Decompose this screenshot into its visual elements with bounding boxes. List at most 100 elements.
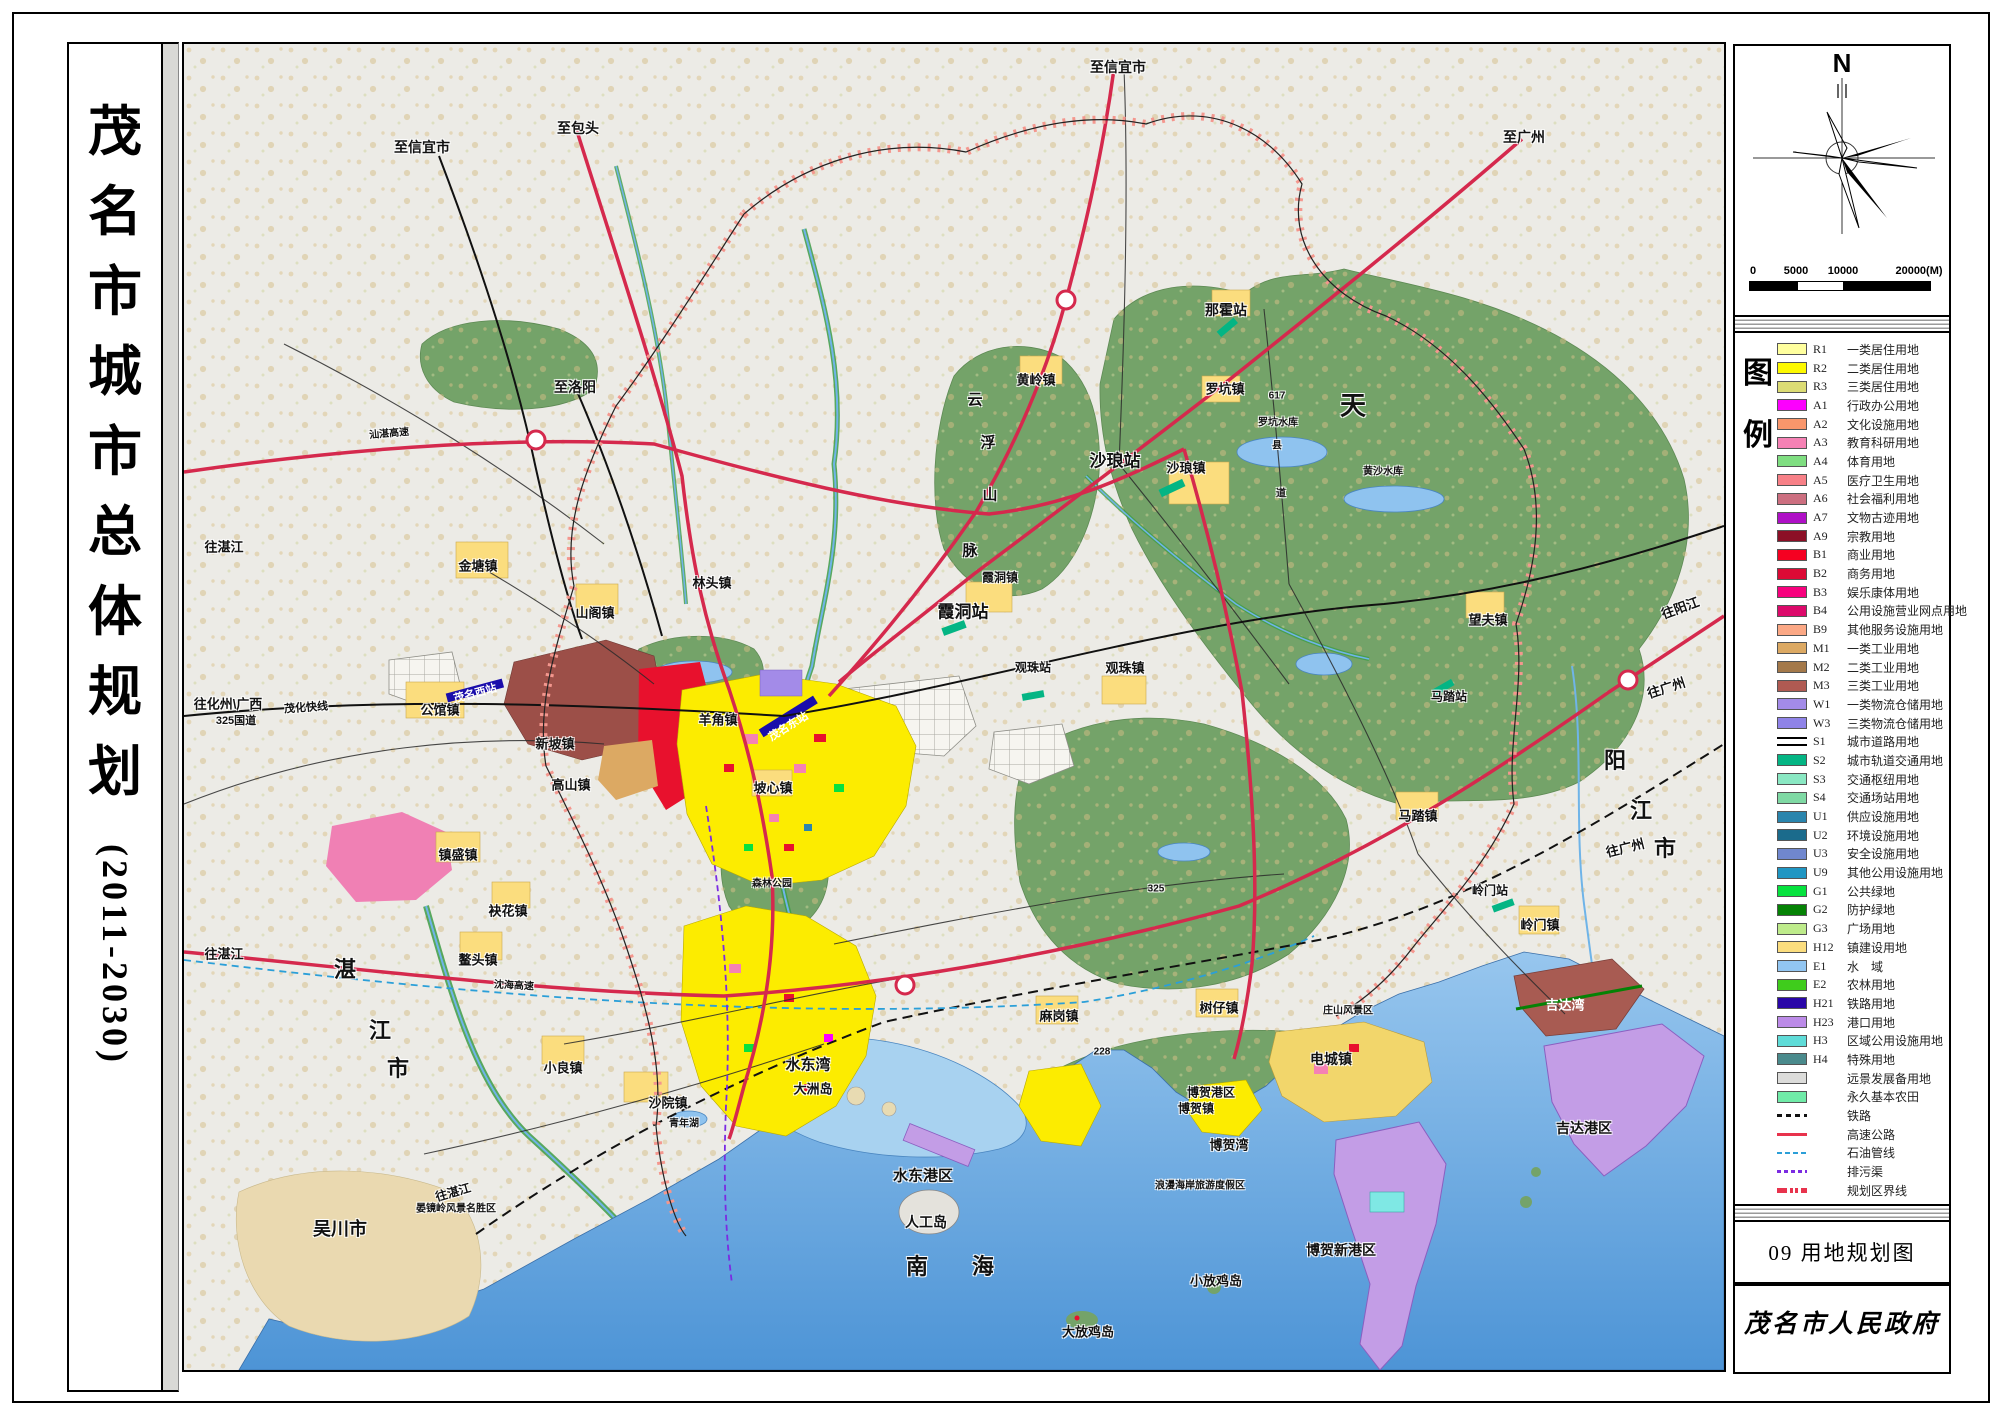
legend-row: U2环境设施用地 (1777, 826, 1945, 845)
legend-swatch (1777, 885, 1807, 897)
legend-swatch (1777, 362, 1807, 374)
scale-segments (1749, 281, 1931, 291)
north-label: N (1833, 48, 1852, 78)
legend-row: 远景发展备用地 (1777, 1069, 1945, 1088)
plan-title-char: 划 (69, 732, 161, 812)
legend-label: 行政办公用地 (1847, 397, 1919, 414)
legend-label: 永久基本农田 (1847, 1088, 1919, 1105)
plan-title-char: 名 (69, 172, 161, 252)
legend-title-char: 例 (1741, 405, 1775, 467)
legend-code: G3 (1813, 921, 1847, 936)
legend-label: 铁路 (1847, 1107, 1871, 1124)
legend-code: U9 (1813, 865, 1847, 880)
legend-title: 图 例 (1741, 343, 1775, 467)
legend-label: 社会福利用地 (1847, 490, 1919, 507)
legend-label: 镇建设用地 (1847, 939, 1907, 956)
legend-label: 文物古迹用地 (1847, 509, 1919, 526)
legend-label: 广场用地 (1847, 920, 1895, 937)
legend-label: 商务用地 (1847, 565, 1895, 582)
legend-code: H12 (1813, 940, 1847, 955)
plan-sheet: 茂名市城市总体规划 (2011-2030) (0, 0, 2000, 1413)
legend-label: 娱乐康体用地 (1847, 584, 1919, 601)
scale-labels: 050001000020000(M) (1749, 265, 1939, 279)
title-panel: 茂名市城市总体规划 (2011-2030) (67, 42, 163, 1392)
legend-swatch (1777, 530, 1807, 542)
plan-title-subtitle: (2011-2030) (94, 844, 136, 1066)
legend-swatch (1777, 997, 1807, 1009)
legend-code: S2 (1813, 753, 1847, 768)
legend-label: 农林用地 (1847, 976, 1895, 993)
legend-row: S4交通场站用地 (1777, 789, 1945, 808)
compass-box: N 050001000020000(M) (1733, 44, 1951, 317)
legend-label: 三类物流仓储用地 (1847, 715, 1943, 732)
legend-row: W3三类物流仓储用地 (1777, 714, 1945, 733)
legend-row: M1一类工业用地 (1777, 639, 1945, 658)
legend-label: 文化设施用地 (1847, 416, 1919, 433)
legend-label: 环境设施用地 (1847, 827, 1919, 844)
legend-swatch (1777, 829, 1807, 841)
scale-label: 10000 (1828, 265, 1859, 277)
legend-label: 教育科研用地 (1847, 434, 1919, 451)
map-number: 09 用地规划图 (1768, 1237, 1915, 1267)
legend-swatch (1777, 680, 1807, 692)
legend-swatch (1777, 773, 1807, 785)
legend-code: A4 (1813, 454, 1847, 469)
legend-code: S1 (1813, 734, 1847, 749)
legend-swatch (1777, 717, 1807, 729)
legend-swatch (1777, 493, 1807, 505)
legend-code: B2 (1813, 566, 1847, 581)
legend-row: B1商业用地 (1777, 546, 1945, 565)
legend-label: 宗教用地 (1847, 528, 1895, 545)
legend-label: 水 域 (1847, 958, 1883, 975)
legend-swatch (1777, 1072, 1807, 1084)
legend-row: A7文物古迹用地 (1777, 508, 1945, 527)
legend-label: 公共绿地 (1847, 883, 1895, 900)
legend-row: B3娱乐康体用地 (1777, 583, 1945, 602)
divider-hatch-bottom (1733, 1206, 1951, 1220)
plan-title-char: 市 (69, 252, 161, 332)
legend-swatch (1777, 754, 1807, 766)
legend-code: A7 (1813, 510, 1847, 525)
legend-label: 石油管线 (1847, 1144, 1895, 1161)
legend-label: 一类物流仓储用地 (1847, 696, 1943, 713)
legend-row: A4体育用地 (1777, 452, 1945, 471)
legend-label: 特殊用地 (1847, 1051, 1895, 1068)
plan-title-char: 总 (69, 492, 161, 572)
legend-code: E2 (1813, 977, 1847, 992)
legend-row: S3交通枢纽用地 (1777, 770, 1945, 789)
legend-row: E1水 域 (1777, 957, 1945, 976)
legend-code: H23 (1813, 1015, 1847, 1030)
legend-label: 远景发展备用地 (1847, 1070, 1931, 1087)
legend-code: M2 (1813, 660, 1847, 675)
legend-row: H3区域公用设施用地 (1777, 1031, 1945, 1050)
legend-row: R3三类居住用地 (1777, 377, 1945, 396)
legend-items: R1一类居住用地R2二类居住用地R3三类居住用地A1行政办公用地A2文化设施用地… (1777, 340, 1945, 1200)
legend-label: 区域公用设施用地 (1847, 1032, 1943, 1049)
legend-label: 三类工业用地 (1847, 677, 1919, 694)
legend-swatch (1777, 586, 1807, 598)
legend-label: 港口用地 (1847, 1014, 1895, 1031)
legend-swatch (1777, 343, 1807, 355)
legend-swatch (1777, 1053, 1807, 1065)
legend-label: 二类居住用地 (1847, 360, 1919, 377)
legend-row: B2商务用地 (1777, 564, 1945, 583)
scale-bar: 050001000020000(M) (1749, 265, 1939, 295)
legend-label: 二类工业用地 (1847, 659, 1919, 676)
legend-row: H21铁路用地 (1777, 994, 1945, 1013)
legend-label: 高速公路 (1847, 1126, 1895, 1143)
legend-swatch (1777, 642, 1807, 654)
legend-code: M3 (1813, 678, 1847, 693)
legend-swatch (1777, 1133, 1807, 1136)
legend-code: R2 (1813, 361, 1847, 376)
legend-row: 石油管线 (1777, 1144, 1945, 1163)
legend-swatch (1777, 549, 1807, 561)
legend-row: A1行政办公用地 (1777, 396, 1945, 415)
legend-code: U3 (1813, 846, 1847, 861)
legend-code: A9 (1813, 529, 1847, 544)
legend-code: A5 (1813, 473, 1847, 488)
legend-row: G1公共绿地 (1777, 882, 1945, 901)
legend-label: 城市道路用地 (1847, 733, 1919, 750)
scale-label: 0 (1750, 265, 1756, 277)
legend-label: 其他公用设施用地 (1847, 864, 1943, 881)
legend-code: S3 (1813, 772, 1847, 787)
